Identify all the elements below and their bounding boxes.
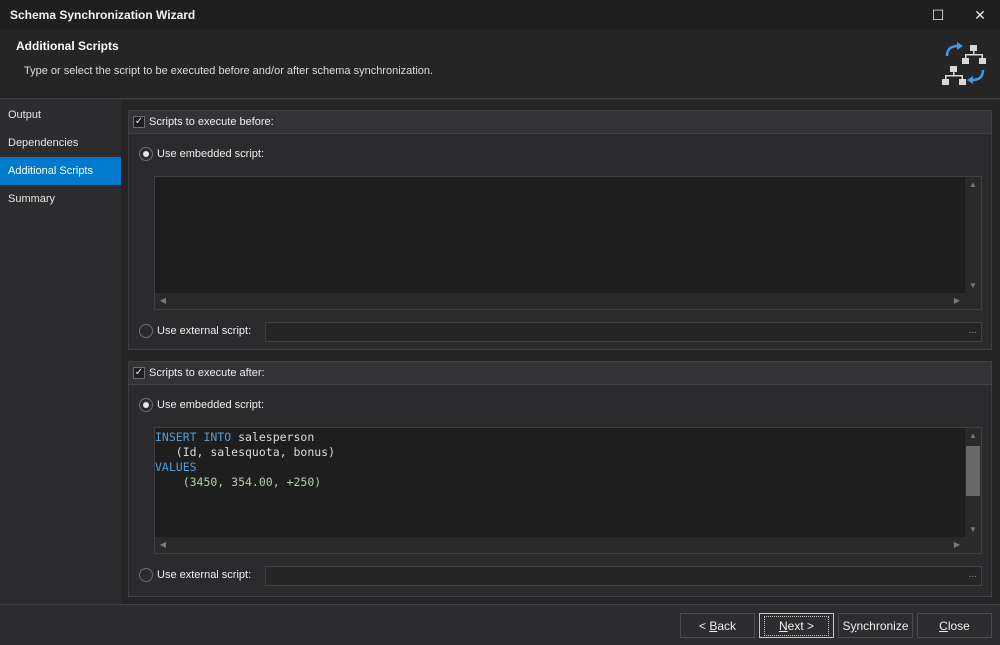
code-token: (Id, salesquota, bonus) — [155, 445, 336, 459]
back-button-mnemonic: B — [709, 618, 718, 633]
scroll-down-icon[interactable]: ▼ — [965, 281, 981, 290]
scrollbar-corner — [965, 537, 981, 553]
code-token: (3450, 354.00, +250) — [155, 475, 322, 489]
schema-sync-icon — [942, 42, 986, 85]
scroll-up-icon[interactable]: ▲ — [965, 180, 981, 189]
next-button-mnemonic: N — [778, 618, 788, 633]
before-embedded-radio-row[interactable]: Use embedded script: — [139, 147, 264, 161]
wizard-steps-sidebar: Output Dependencies Additional Scripts S… — [0, 100, 121, 604]
after-external-script-input[interactable]: ... — [265, 566, 982, 586]
before-external-radio[interactable] — [139, 324, 153, 338]
after-vertical-scrollbar[interactable]: ▲ ▼ — [965, 428, 981, 537]
before-external-radio-row[interactable]: Use external script: — [139, 324, 251, 338]
code-token: VALUES — [155, 460, 197, 474]
sidebar-item-output[interactable]: Output — [0, 101, 121, 129]
close-button-mnemonic: C — [939, 618, 948, 633]
maximize-button[interactable]: ☐ — [918, 0, 958, 30]
scroll-right-icon[interactable]: ▶ — [949, 540, 965, 549]
code-line: INSERT INTO salesperson — [155, 430, 965, 445]
scripts-after-checkbox[interactable]: ✓ — [133, 367, 145, 379]
after-script-code[interactable]: INSERT INTO salesperson (Id, salesquota,… — [155, 428, 965, 537]
after-embedded-label: Use embedded script: — [157, 399, 264, 411]
sidebar-item-additional-scripts[interactable]: Additional Scripts — [0, 157, 121, 185]
after-external-radio-row[interactable]: Use external script: — [139, 568, 251, 582]
close-button[interactable]: Close — [917, 613, 992, 638]
synchronize-button-prefix: S — [842, 618, 851, 633]
title-bar: Schema Synchronization Wizard ☐ ✕ — [0, 0, 1000, 30]
back-button[interactable]: < Back — [680, 613, 755, 638]
sidebar-item-dependencies[interactable]: Dependencies — [0, 129, 121, 157]
synchronize-button-rest: nchronize — [856, 618, 909, 633]
page-title: Additional Scripts — [16, 39, 119, 53]
close-button-rest: lose — [947, 618, 970, 633]
scripts-before-group: ✓ Scripts to execute before: Use embedde… — [128, 110, 992, 350]
code-line: VALUES — [155, 460, 965, 475]
before-script-editor[interactable]: ▲ ▼ ◀ ▶ — [154, 176, 982, 310]
scripts-before-label: Scripts to execute before: — [149, 116, 274, 128]
before-external-script-input[interactable]: ... — [265, 322, 982, 342]
next-button-rest: ext > — [787, 618, 815, 633]
next-button[interactable]: Next > — [759, 613, 834, 638]
scroll-right-icon[interactable]: ▶ — [949, 296, 965, 305]
after-embedded-radio[interactable] — [139, 398, 153, 412]
before-embedded-radio[interactable] — [139, 147, 153, 161]
after-external-label: Use external script: — [157, 569, 252, 581]
back-button-rest: ack — [717, 618, 737, 633]
wizard-header: Additional Scripts Type or select the sc… — [0, 30, 1000, 99]
before-external-label: Use external script: — [157, 325, 252, 337]
scroll-left-icon[interactable]: ◀ — [155, 296, 171, 305]
close-window-button[interactable]: ✕ — [960, 0, 1000, 30]
after-embedded-radio-row[interactable]: Use embedded script: — [139, 398, 264, 412]
sidebar-item-summary[interactable]: Summary — [0, 185, 121, 213]
code-token: INSERT INTO — [155, 430, 232, 444]
before-browse-button[interactable]: ... — [969, 325, 977, 336]
synchronize-button[interactable]: Sy nchronize — [838, 613, 913, 638]
scroll-down-icon[interactable]: ▼ — [965, 525, 981, 534]
main-content: ✓ Scripts to execute before: Use embedde… — [121, 100, 1000, 604]
scripts-after-group: ✓ Scripts to execute after: Use embedded… — [128, 361, 992, 597]
back-button-prefix: < — [698, 618, 710, 633]
after-script-editor[interactable]: INSERT INTO salesperson (Id, salesquota,… — [154, 427, 982, 554]
scroll-left-icon[interactable]: ◀ — [155, 540, 171, 549]
scripts-after-label: Scripts to execute after: — [149, 367, 265, 379]
before-vertical-scrollbar[interactable]: ▲ ▼ — [965, 177, 981, 293]
before-embedded-label: Use embedded script: — [157, 148, 264, 160]
code-line: (3450, 354.00, +250) — [155, 475, 965, 490]
page-description: Type or select the script to be executed… — [24, 65, 434, 77]
code-line: (Id, salesquota, bonus) — [155, 445, 965, 460]
code-token: salesperson — [231, 430, 315, 444]
after-external-radio[interactable] — [139, 568, 153, 582]
scrollbar-corner — [965, 293, 981, 309]
wizard-footer: < Back Next > Sy nchronize Close — [0, 604, 1000, 645]
after-browse-button[interactable]: ... — [969, 569, 977, 580]
scripts-before-checkbox[interactable]: ✓ — [133, 116, 145, 128]
before-script-code[interactable] — [155, 177, 965, 293]
window-title: Schema Synchronization Wizard — [10, 8, 196, 22]
after-horizontal-scrollbar[interactable]: ◀ ▶ — [155, 537, 965, 553]
before-horizontal-scrollbar[interactable]: ◀ ▶ — [155, 293, 965, 309]
scroll-up-icon[interactable]: ▲ — [965, 431, 981, 440]
scrollbar-thumb[interactable] — [966, 446, 980, 496]
